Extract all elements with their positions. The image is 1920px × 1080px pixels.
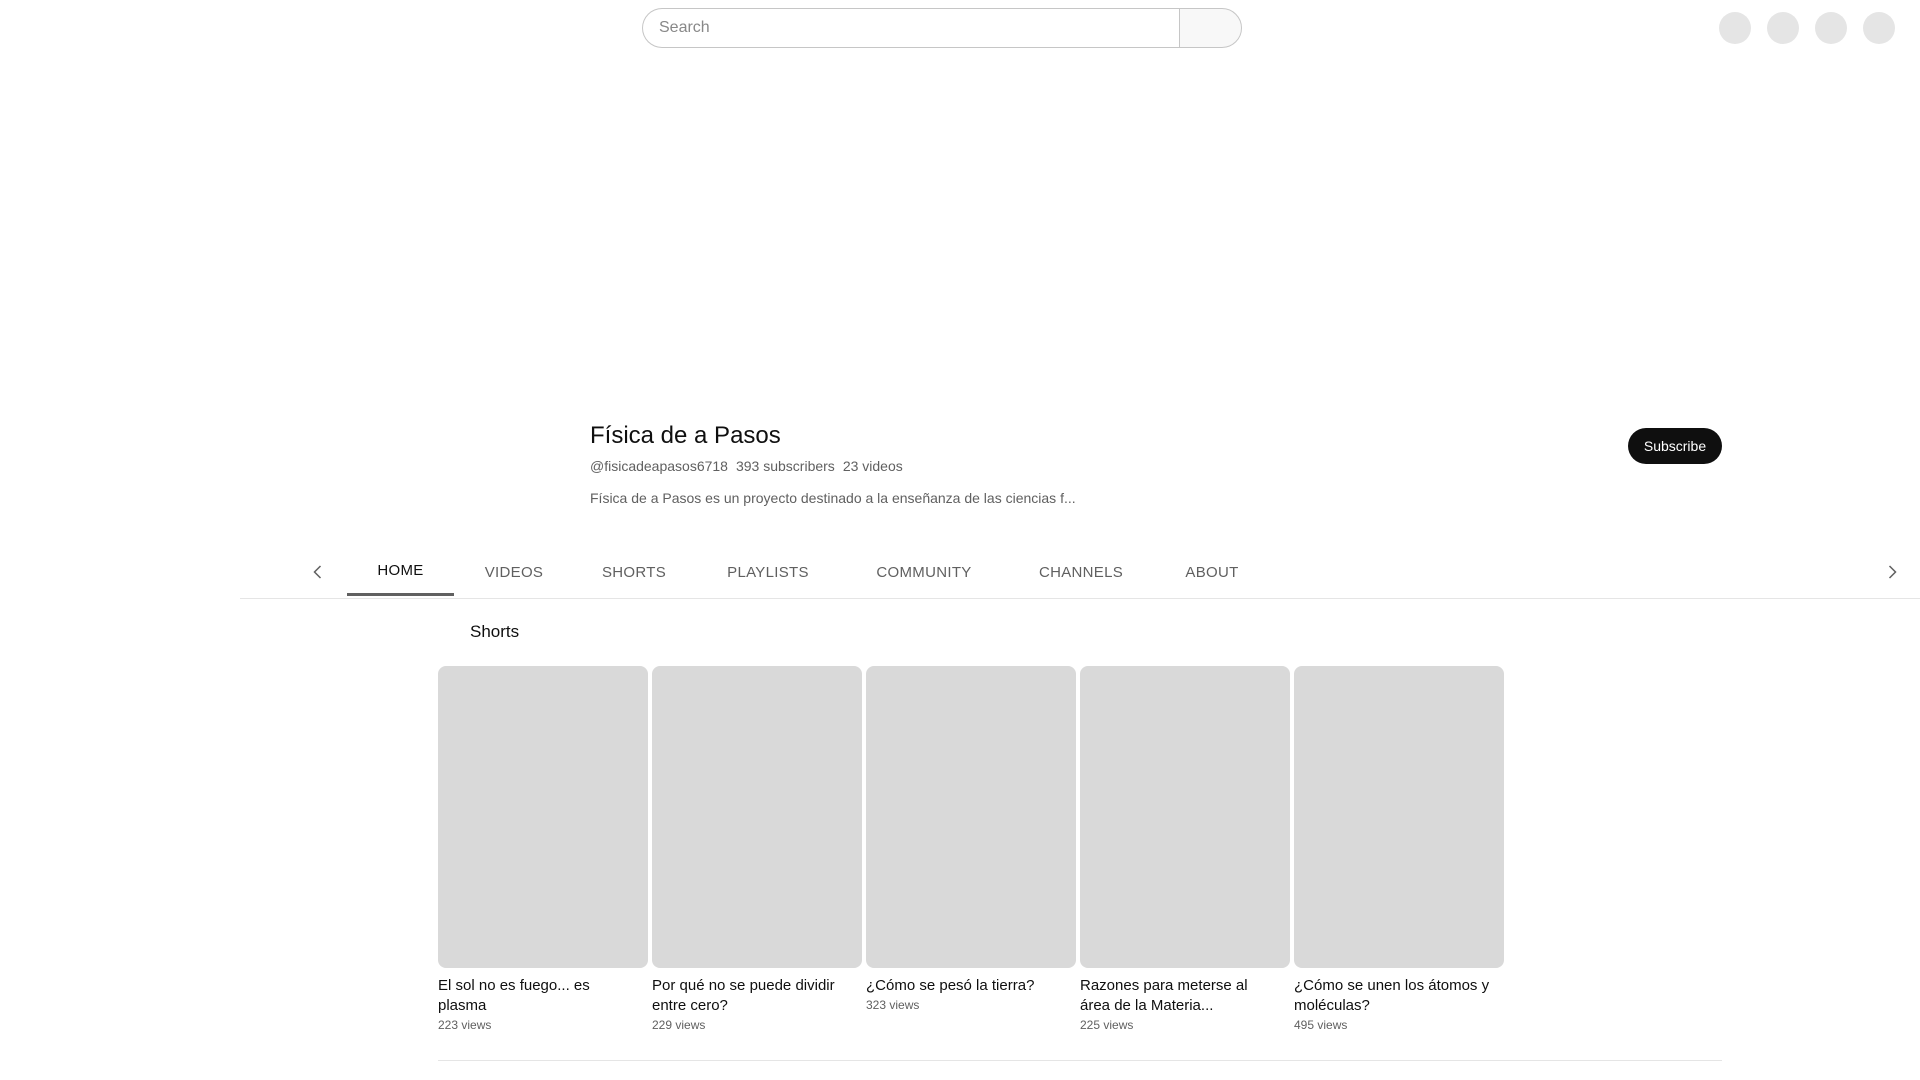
channel-handle: @fisicadeapasos6718 xyxy=(590,458,728,474)
tabs-scroll-left-button[interactable] xyxy=(294,548,342,596)
tab-playlists[interactable]: PLAYLISTS xyxy=(694,548,842,596)
short-thumbnail[interactable] xyxy=(438,666,648,968)
channel-name: Física de a Pasos xyxy=(590,422,781,449)
notifications-icon[interactable] xyxy=(1815,12,1847,44)
top-right-icons xyxy=(1719,12,1895,44)
short-thumbnail[interactable] xyxy=(1294,666,1504,968)
tab-videos[interactable]: VIDEOS xyxy=(454,548,574,596)
short-thumbnail[interactable] xyxy=(866,666,1076,968)
channel-tabs: HOME VIDEOS SHORTS PLAYLISTS COMMUNITY C… xyxy=(240,548,1920,599)
short-card[interactable]: ¿Cómo se unen los átomos y moléculas? 49… xyxy=(1294,666,1504,1032)
channel-description[interactable]: Física de a Pasos es un proyecto destina… xyxy=(590,490,1150,506)
short-title[interactable]: El sol no es fuego... es plasma xyxy=(438,976,638,1016)
chevron-left-icon xyxy=(313,565,322,579)
short-card[interactable]: ¿Cómo se pesó la tierra? 323 views xyxy=(866,666,1076,1012)
short-card[interactable]: Por qué no se puede dividir entre cero? … xyxy=(652,666,862,1032)
search-input[interactable] xyxy=(642,8,1179,48)
short-title[interactable]: ¿Cómo se pesó la tierra? xyxy=(866,976,1066,996)
channel-meta: @fisicadeapasos6718 393 subscribers 23 v… xyxy=(590,458,903,474)
shorts-section-title: Shorts xyxy=(470,622,520,641)
tab-community[interactable]: COMMUNITY xyxy=(842,548,1006,596)
apps-icon[interactable] xyxy=(1767,12,1799,44)
tab-shorts[interactable]: SHORTS xyxy=(574,548,694,596)
subscribe-button[interactable]: Subscribe xyxy=(1628,428,1722,464)
short-card[interactable]: Razones para meterse al área de la Mater… xyxy=(1080,666,1290,1032)
short-views: 225 views xyxy=(1080,1018,1134,1032)
short-thumbnail[interactable] xyxy=(652,666,862,968)
short-title[interactable]: ¿Cómo se unen los átomos y moléculas? xyxy=(1294,976,1494,1016)
create-icon[interactable] xyxy=(1719,12,1751,44)
short-title[interactable]: Razones para meterse al área de la Mater… xyxy=(1080,976,1280,1016)
short-views: 323 views xyxy=(866,998,920,1012)
search-button[interactable] xyxy=(1179,8,1242,48)
tabs-scroll-right-button[interactable] xyxy=(1868,548,1916,596)
short-title[interactable]: Por qué no se puede dividir entre cero? xyxy=(652,976,852,1016)
tab-channels[interactable]: CHANNELS xyxy=(1006,548,1156,596)
short-views: 229 views xyxy=(652,1018,706,1032)
short-views: 495 views xyxy=(1294,1018,1348,1032)
chevron-right-icon xyxy=(1888,565,1897,579)
tab-home[interactable]: HOME xyxy=(347,548,454,596)
subscriber-count: 393 subscribers xyxy=(735,458,835,474)
video-count: 23 videos xyxy=(842,458,903,474)
short-card[interactable]: El sol no es fuego... es plasma 223 view… xyxy=(438,666,648,1032)
section-divider xyxy=(438,1060,1722,1061)
account-icon[interactable] xyxy=(1863,12,1895,44)
short-views: 223 views xyxy=(438,1018,492,1032)
short-thumbnail[interactable] xyxy=(1080,666,1290,968)
search-bar xyxy=(642,8,1242,48)
tab-about[interactable]: ABOUT xyxy=(1156,548,1268,596)
